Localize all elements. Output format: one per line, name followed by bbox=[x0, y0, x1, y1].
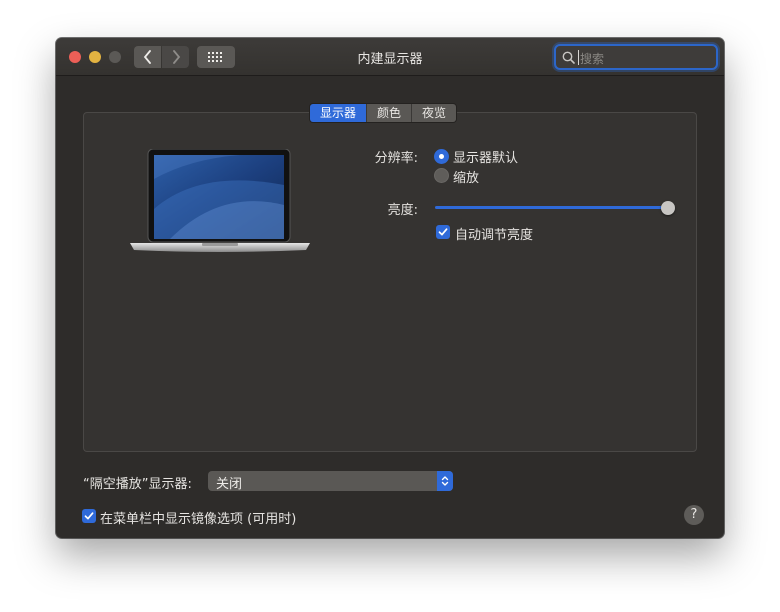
macbook-icon bbox=[130, 149, 310, 252]
default-resolution-label[interactable]: 显示器默认 bbox=[453, 147, 518, 166]
brightness-slider-track[interactable] bbox=[435, 206, 667, 209]
mirroring-checkbox[interactable] bbox=[82, 509, 96, 523]
airplay-display-select[interactable]: 关闭 bbox=[208, 471, 453, 492]
tab-color[interactable]: 颜色 bbox=[367, 104, 413, 122]
checkmark-icon bbox=[84, 512, 94, 520]
text-caret bbox=[578, 50, 579, 65]
auto-brightness-label[interactable]: 自动调节亮度 bbox=[455, 224, 533, 243]
radio-default-resolution[interactable] bbox=[434, 149, 449, 164]
auto-brightness-checkbox[interactable] bbox=[436, 225, 450, 239]
scaled-label[interactable]: 缩放 bbox=[453, 167, 479, 186]
airplay-display-value: 关闭 bbox=[216, 477, 243, 492]
help-button[interactable]: ? bbox=[684, 505, 704, 525]
preferences-window: 内建显示器 搜索 显示器 颜色 夜览 分辨率: 显示器默认 缩放 亮度: 自动调… bbox=[56, 38, 724, 538]
brightness-label: 亮度: bbox=[387, 203, 418, 218]
radio-scaled[interactable] bbox=[434, 168, 449, 183]
tab-display[interactable]: 显示器 bbox=[310, 104, 368, 122]
checkmark-icon bbox=[438, 228, 448, 236]
select-arrows-icon bbox=[437, 471, 453, 491]
title-bar: 内建显示器 搜索 bbox=[56, 38, 724, 76]
search-placeholder: 搜索 bbox=[580, 52, 605, 66]
search-icon bbox=[562, 51, 575, 64]
tab-bar: 显示器 颜色 夜览 bbox=[309, 103, 458, 123]
resolution-label: 分辨率: bbox=[374, 151, 418, 166]
tab-night-shift[interactable]: 夜览 bbox=[412, 104, 457, 122]
airplay-display-label: “隔空播放”显示器: bbox=[83, 477, 192, 492]
mirroring-label[interactable]: 在菜单栏中显示镜像选项 (可用时) bbox=[100, 508, 296, 527]
search-field[interactable]: 搜索 bbox=[554, 44, 718, 70]
brightness-slider-knob[interactable] bbox=[661, 201, 675, 215]
